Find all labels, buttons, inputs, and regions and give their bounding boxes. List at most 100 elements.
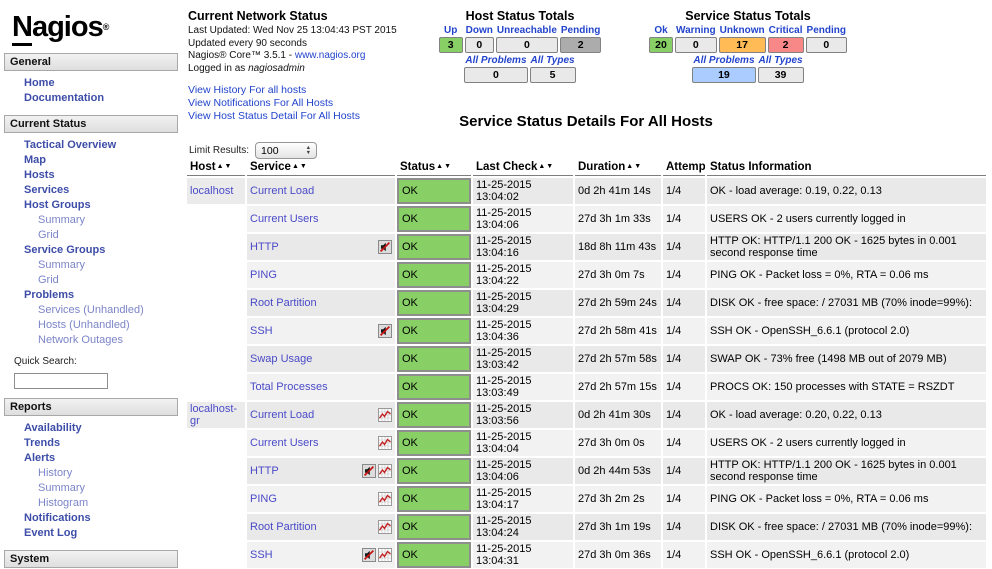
service-cell: Root Partition <box>247 514 395 540</box>
nagios-org-link[interactable]: www.nagios.org <box>295 50 366 61</box>
service-link-swap-usage[interactable]: Swap Usage <box>250 353 312 365</box>
sort-asc-icon[interactable]: ▲ <box>538 163 545 170</box>
totals-label-all-problems[interactable]: All Problems <box>693 55 754 66</box>
service-link-total-processes[interactable]: Total Processes <box>250 381 328 393</box>
status-badge: OK <box>397 206 471 232</box>
sidebar-item-grid[interactable]: Grid <box>0 273 182 288</box>
view-notifications-link[interactable]: View Notifications For All Hosts <box>188 97 430 110</box>
quick-search-input[interactable] <box>14 373 108 389</box>
duration-cell: 27d 3h 1m 19s <box>575 514 661 540</box>
nagios-logo[interactable]: Nagios® <box>0 0 109 46</box>
logged-in-user: nagiosadmin <box>248 63 305 74</box>
service-link-ssh[interactable]: SSH <box>250 549 273 561</box>
totals-label-down[interactable]: Down <box>466 25 493 36</box>
sidebar-section-general: General <box>4 53 178 71</box>
performance-graph-icon[interactable] <box>378 520 392 534</box>
host-cell <box>187 542 245 568</box>
totals-label-pending[interactable]: Pending <box>561 25 600 36</box>
table-row: Swap UsageOK11-25-2015 13:03:4227d 2h 57… <box>187 346 986 372</box>
performance-graph-icon[interactable] <box>378 464 392 478</box>
sidebar-item-history[interactable]: History <box>0 466 182 481</box>
sidebar-item-summary[interactable]: Summary <box>0 481 182 496</box>
sidebar-item-trends[interactable]: Trends <box>0 436 182 451</box>
service-cell: HTTP <box>247 458 395 484</box>
sort-asc-icon[interactable]: ▲ <box>626 163 633 170</box>
status-information-cell: PROCS OK: 150 processes with STATE = RSZ… <box>707 374 986 400</box>
sidebar-item-documentation[interactable]: Documentation <box>0 91 182 106</box>
sort-desc-icon[interactable]: ▼ <box>444 163 451 170</box>
totals-label-unknown[interactable]: Unknown <box>720 25 765 36</box>
service-link-current-load[interactable]: Current Load <box>250 409 314 421</box>
sort-asc-icon[interactable]: ▲ <box>292 163 299 170</box>
sidebar-item-map[interactable]: Map <box>0 153 182 168</box>
sidebar-item-host-groups[interactable]: Host Groups <box>0 198 182 213</box>
service-link-root-partition[interactable]: Root Partition <box>250 521 317 533</box>
duration-cell: 27d 2h 59m 24s <box>575 290 661 316</box>
sidebar-item-event-log[interactable]: Event Log <box>0 526 182 541</box>
sidebar-item-availability[interactable]: Availability <box>0 421 182 436</box>
service-link-http[interactable]: HTTP <box>250 241 279 253</box>
sort-desc-icon[interactable]: ▼ <box>546 163 553 170</box>
sidebar-item-summary[interactable]: Summary <box>0 213 182 228</box>
service-cell: PING <box>247 262 395 288</box>
attempt-cell: 1/4 <box>663 178 705 204</box>
sidebar-item-services[interactable]: Services <box>0 183 182 198</box>
table-row: localhostCurrent LoadOK11-25-2015 13:04:… <box>187 178 986 204</box>
performance-graph-icon[interactable] <box>378 492 392 506</box>
totals-label-ok[interactable]: Ok <box>654 25 667 36</box>
totals-label-all-types[interactable]: All Types <box>759 55 803 66</box>
sidebar-item-network-outages[interactable]: Network Outages <box>0 333 182 348</box>
service-link-current-users[interactable]: Current Users <box>250 213 318 225</box>
table-row: HTTPOK11-25-2015 13:04:060d 2h 44m 53s1/… <box>187 458 986 484</box>
sidebar-item-service-groups[interactable]: Service Groups <box>0 243 182 258</box>
service-icons <box>378 240 392 254</box>
sidebar-item-histogram[interactable]: Histogram <box>0 496 182 511</box>
service-link-http[interactable]: HTTP <box>250 465 279 477</box>
totals-label-all-problems[interactable]: All Problems <box>465 55 526 66</box>
nagios-app: Nagios® General HomeDocumentation Current … <box>0 0 992 569</box>
totals-label-all-types[interactable]: All Types <box>531 55 575 66</box>
sidebar-item-alerts[interactable]: Alerts <box>0 451 182 466</box>
service-link-current-load[interactable]: Current Load <box>250 185 314 197</box>
totals-label-pending[interactable]: Pending <box>807 25 846 36</box>
service-link-root-partition[interactable]: Root Partition <box>250 297 317 309</box>
totals-label-critical[interactable]: Critical <box>769 25 803 36</box>
column-header-last-check: Last Check▲▼ <box>473 160 573 176</box>
view-history-link[interactable]: View History For all hosts <box>188 84 430 97</box>
sidebar-item-services-unhandled[interactable]: Services (Unhandled) <box>0 303 182 318</box>
duration-cell: 0d 2h 41m 14s <box>575 178 661 204</box>
sort-desc-icon[interactable]: ▼ <box>225 163 232 170</box>
performance-graph-icon[interactable] <box>378 548 392 562</box>
host-link-localhost-gr[interactable]: localhost-gr <box>190 403 237 427</box>
sort-desc-icon[interactable]: ▼ <box>300 163 307 170</box>
totals-label-up[interactable]: Up <box>444 25 457 36</box>
duration-cell: 0d 2h 44m 53s <box>575 458 661 484</box>
service-link-ping[interactable]: PING <box>250 493 277 505</box>
sidebar-item-problems[interactable]: Problems <box>0 288 182 303</box>
last-check-cell: 11-25-2015 13:04:29 <box>473 290 573 316</box>
service-link-ping[interactable]: PING <box>250 269 277 281</box>
sidebar-item-home[interactable]: Home <box>0 76 182 91</box>
status-information-cell: DISK OK - free space: / 27031 MB (70% in… <box>707 514 986 540</box>
sidebar-item-summary[interactable]: Summary <box>0 258 182 273</box>
sidebar-item-tactical-overview[interactable]: Tactical Overview <box>0 138 182 153</box>
sidebar-item-notifications[interactable]: Notifications <box>0 511 182 526</box>
sidebar-item-grid[interactable]: Grid <box>0 228 182 243</box>
performance-graph-icon[interactable] <box>378 436 392 450</box>
totals-label-warning[interactable]: Warning <box>676 25 716 36</box>
sidebar-item-hosts[interactable]: Hosts <box>0 168 182 183</box>
attempt-cell: 1/4 <box>663 514 705 540</box>
sort-asc-icon[interactable]: ▲ <box>217 163 224 170</box>
column-header-label: Host <box>190 161 216 173</box>
sort-desc-icon[interactable]: ▼ <box>634 163 641 170</box>
host-link-localhost[interactable]: localhost <box>190 185 233 197</box>
performance-graph-icon[interactable] <box>378 408 392 422</box>
service-cell: SSH <box>247 542 395 568</box>
service-totals-table: OkWarningUnknownCriticalPending2001720 <box>647 24 849 54</box>
sidebar-item-hosts-unhandled[interactable]: Hosts (Unhandled) <box>0 318 182 333</box>
totals-label-unreachable[interactable]: Unreachable <box>497 25 557 36</box>
limit-results-select[interactable]: 100 ▲▼ <box>255 142 317 159</box>
service-link-ssh[interactable]: SSH <box>250 325 273 337</box>
service-link-current-users[interactable]: Current Users <box>250 437 318 449</box>
sort-asc-icon[interactable]: ▲ <box>436 163 443 170</box>
